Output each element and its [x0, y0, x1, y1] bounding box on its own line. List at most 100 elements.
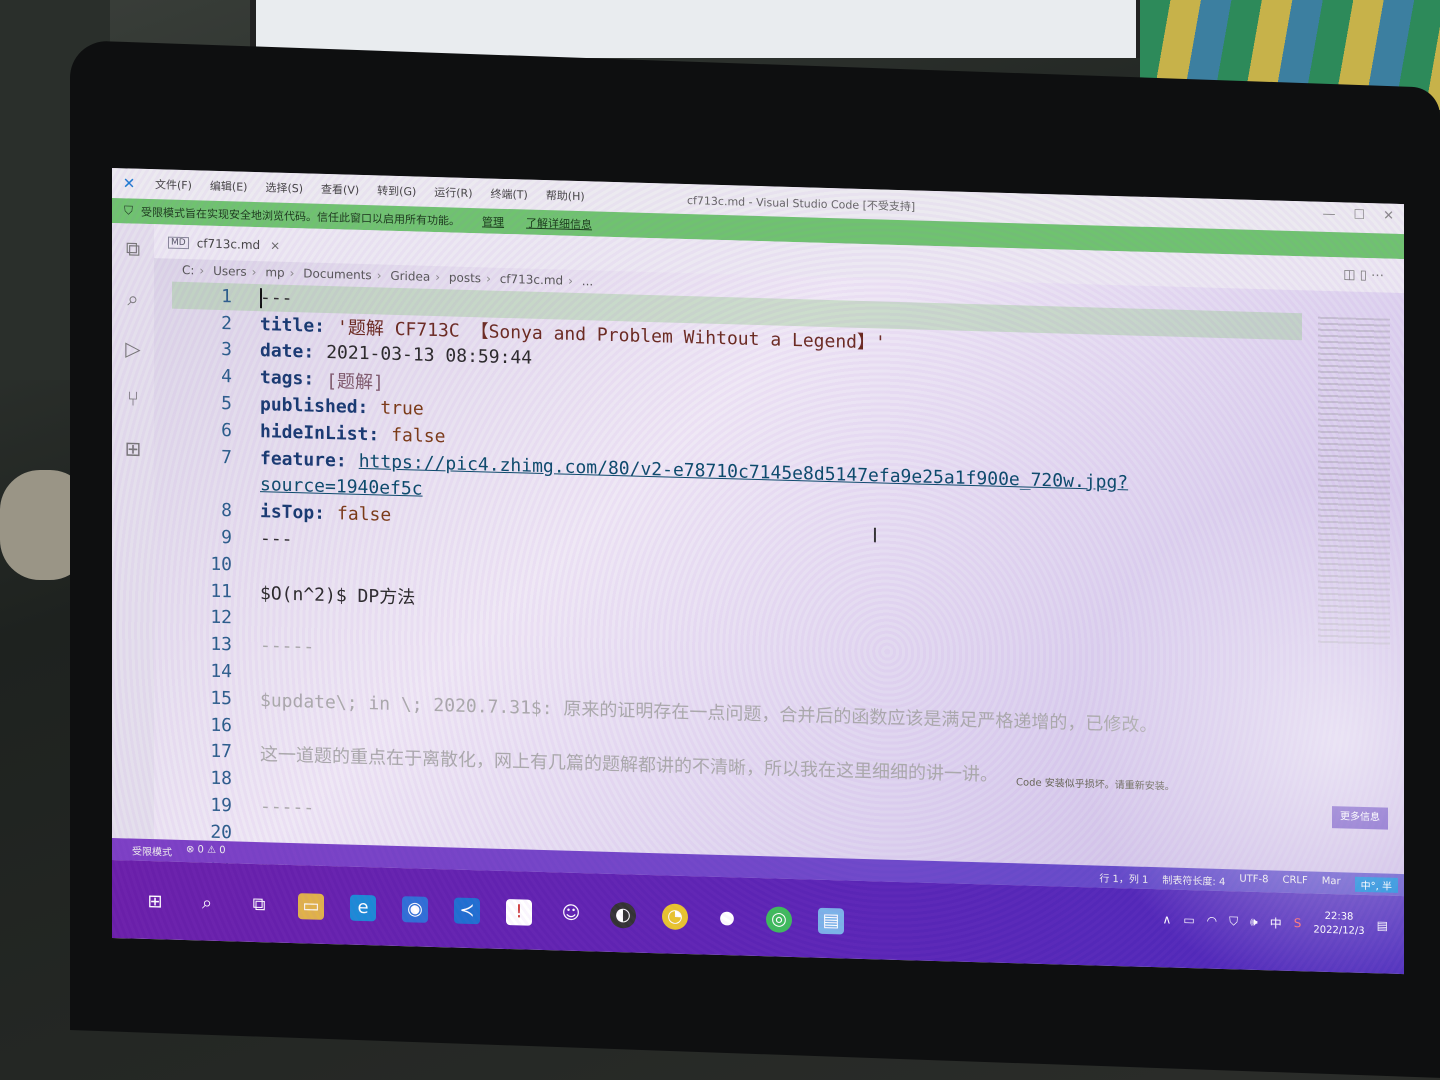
- line-number: 8: [221, 500, 232, 522]
- search-taskbar-icon[interactable]: ⌕: [194, 890, 220, 917]
- menu-edit[interactable]: 编辑(E): [201, 177, 257, 195]
- indent-status[interactable]: 制表符长度: 4: [1162, 871, 1225, 888]
- line-number: 3: [221, 339, 232, 361]
- menu-view[interactable]: 查看(V): [312, 181, 368, 199]
- breadcrumb-item[interactable]: Gridea: [390, 269, 430, 284]
- line-number: 12: [210, 607, 232, 629]
- banner-manage-link[interactable]: 管理: [482, 213, 504, 230]
- sogou-icon[interactable]: S: [1294, 916, 1302, 930]
- line-number: 7: [221, 446, 232, 469]
- line-number: 11: [210, 580, 232, 603]
- breadcrumb-item[interactable]: Users: [213, 264, 247, 279]
- menu-help[interactable]: 帮助(H): [537, 187, 594, 205]
- qq-icon[interactable]: ☺: [558, 900, 584, 927]
- clock-date: 2022/12/3: [1313, 924, 1365, 937]
- ime-tray[interactable]: 中: [1270, 914, 1282, 931]
- tab-cf713c[interactable]: MD cf713c.md ×: [168, 229, 280, 260]
- line-text: -----: [260, 796, 315, 819]
- line-number: 19: [210, 794, 232, 817]
- language-status[interactable]: Mar: [1322, 876, 1341, 892]
- source-control-icon[interactable]: ⑂: [112, 373, 154, 424]
- vscode-taskbar-icon[interactable]: ≺: [454, 897, 480, 925]
- window-controls: — ☐ ✕: [1322, 207, 1394, 224]
- banner-learn-more-link[interactable]: 了解详细信息: [526, 214, 592, 232]
- extensions-icon[interactable]: ⊞: [112, 423, 154, 474]
- app-icon[interactable]: ▤: [818, 907, 844, 935]
- window-title: cf713c.md - Visual Studio Code [不受支持]: [687, 194, 916, 214]
- restricted-mode-status[interactable]: 受限模式: [132, 843, 172, 859]
- system-tray: ∧ ▭ ◠ ⛉ 🕪 中 S 22:38 2022/12/3 ▤: [1163, 905, 1388, 939]
- split-editor-icon[interactable]: ◫ ▯ ⋯: [1343, 267, 1384, 283]
- windows-start-icon[interactable]: ⊞: [142, 889, 168, 916]
- edge-browser-icon[interactable]: e: [350, 894, 376, 922]
- breadcrumb-item[interactable]: Documents: [303, 266, 371, 282]
- yaml-key: title:: [260, 313, 326, 337]
- github-icon[interactable]: ◐: [610, 901, 636, 929]
- line-number: 16: [210, 714, 232, 736]
- notes-app-icon[interactable]: !: [506, 899, 532, 926]
- maximize-icon[interactable]: ☐: [1353, 208, 1365, 223]
- tab-label: cf713c.md: [196, 236, 261, 253]
- volume-icon[interactable]: 🕪: [1250, 914, 1258, 929]
- eol-status[interactable]: CRLF: [1283, 875, 1308, 891]
- menu-selection[interactable]: 选择(S): [256, 179, 312, 197]
- line-number: 2: [221, 312, 232, 335]
- chevron-right-icon: ›: [435, 270, 441, 285]
- chrome-icon[interactable]: ◔: [662, 903, 688, 931]
- clock-time: 22:38: [1324, 910, 1354, 923]
- file-explorer-icon[interactable]: ▭: [298, 893, 324, 920]
- line-number: 13: [210, 633, 232, 656]
- line-number: 6: [221, 419, 232, 442]
- breadcrumb-item[interactable]: cf713c.md: [500, 272, 563, 288]
- shield-tray-icon[interactable]: ⛉: [1229, 914, 1238, 929]
- app-icon[interactable]: ●: [714, 905, 740, 932]
- yaml-key: isTop:: [260, 501, 326, 525]
- line-text: source=1940ef5c: [260, 474, 423, 501]
- chevron-right-icon: ›: [486, 271, 491, 286]
- line-number: [172, 483, 260, 485]
- cursor-position-status[interactable]: 行 1，列 1: [1099, 870, 1148, 886]
- line-text: -----: [260, 635, 315, 658]
- wifi-icon[interactable]: ◠: [1207, 914, 1217, 928]
- run-debug-icon[interactable]: ▷: [112, 323, 154, 374]
- line-number: 9: [221, 527, 232, 549]
- menu-terminal[interactable]: 终端(T): [482, 185, 537, 203]
- menu-file[interactable]: 文件(F): [146, 176, 201, 194]
- line-number: 14: [210, 660, 232, 683]
- encoding-status[interactable]: UTF-8: [1239, 873, 1268, 889]
- close-icon[interactable]: ✕: [1383, 209, 1394, 224]
- clock[interactable]: 22:38 2022/12/3: [1313, 910, 1364, 939]
- search-icon[interactable]: ⌕: [112, 273, 154, 324]
- vscode-logo-icon: ✕: [122, 174, 136, 193]
- problems-status[interactable]: ⊗ 0 ⚠ 0: [186, 844, 226, 860]
- tab-close-icon[interactable]: ×: [270, 238, 280, 252]
- chevron-right-icon: ›: [376, 268, 382, 283]
- more-info-button[interactable]: 更多信息: [1332, 806, 1388, 830]
- battery-icon[interactable]: ▭: [1183, 913, 1194, 927]
- breadcrumb-item[interactable]: posts: [449, 270, 481, 285]
- minimap[interactable]: [1318, 316, 1390, 649]
- code-editor[interactable]: I 1 --- 2 title: '题解 CF713C 【Sonya and Probl…: [172, 281, 1302, 914]
- menu-run[interactable]: 运行(R): [425, 184, 481, 202]
- wechat-icon[interactable]: ◎: [766, 906, 792, 933]
- breadcrumb-item[interactable]: C:: [182, 263, 194, 277]
- chevron-right-icon: ›: [199, 263, 205, 278]
- line-text: ---: [260, 528, 293, 551]
- browser-icon[interactable]: ◉: [402, 896, 428, 923]
- line-number: 4: [221, 366, 232, 388]
- notification-center-icon[interactable]: ▤: [1377, 918, 1388, 932]
- task-view-icon[interactable]: ⧉: [246, 892, 272, 919]
- ime-status[interactable]: 中°, 半: [1354, 876, 1398, 893]
- shield-icon: ⛉: [124, 203, 134, 218]
- line-number: 10: [210, 553, 232, 576]
- breadcrumb-item[interactable]: ...: [582, 274, 593, 288]
- files-icon[interactable]: ⧉: [112, 223, 154, 274]
- minimize-icon[interactable]: —: [1322, 207, 1335, 222]
- line-text: 2021-03-13 08:59:44: [326, 342, 533, 370]
- line-text: false: [337, 503, 392, 527]
- activity-bar: ⧉ ⌕ ▷ ⑂ ⊞: [112, 223, 154, 885]
- line-number: 5: [221, 393, 232, 415]
- menu-go[interactable]: 转到(G): [368, 182, 425, 200]
- chevron-up-icon[interactable]: ∧: [1163, 912, 1172, 926]
- breadcrumb-item[interactable]: mp: [265, 265, 284, 280]
